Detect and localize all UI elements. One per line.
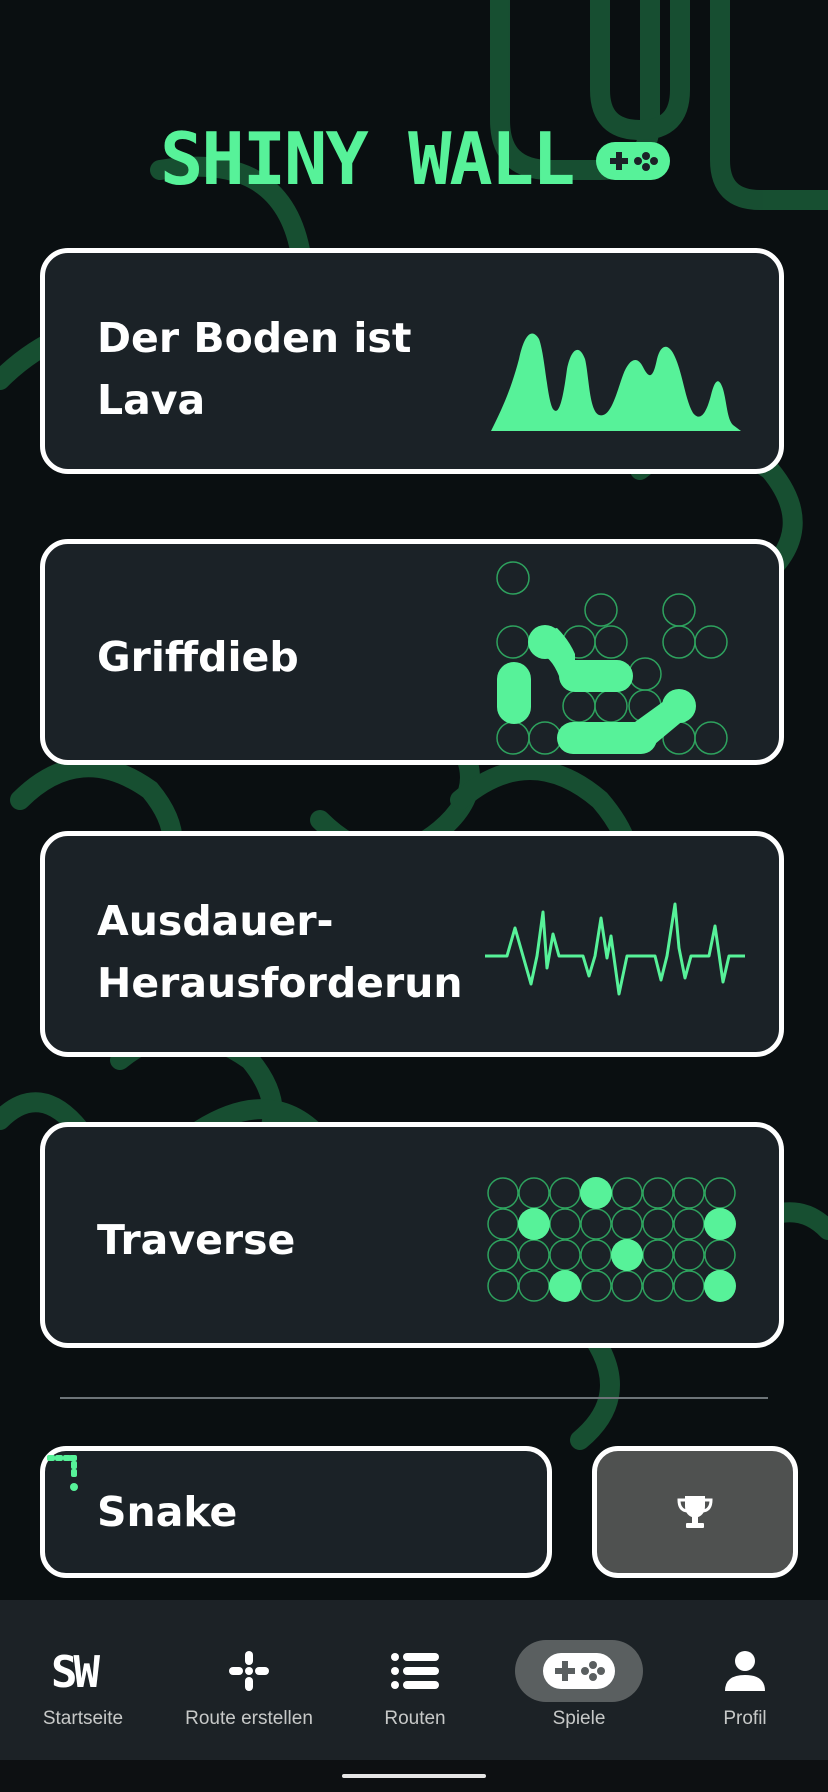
gamepad-logo-icon bbox=[596, 142, 670, 180]
nav-item-spiele[interactable]: Spiele bbox=[496, 1600, 662, 1760]
snake-icon bbox=[47, 1455, 78, 1491]
person-icon bbox=[725, 1651, 765, 1691]
route-create-icon bbox=[229, 1651, 269, 1691]
game-title: Ausdauer- Herausforderun bbox=[97, 897, 463, 1007]
nav-label: Route erstellen bbox=[185, 1708, 313, 1729]
game-card-griffdieb[interactable]: Griffdieb bbox=[40, 539, 784, 765]
nav-label: Profil bbox=[723, 1708, 767, 1729]
nav-item-route-erstellen[interactable]: Route erstellen bbox=[166, 1600, 332, 1760]
nav-item-profil[interactable]: Profil bbox=[662, 1600, 828, 1760]
nav-label: Spiele bbox=[552, 1708, 606, 1729]
lava-chart-icon bbox=[491, 333, 741, 431]
nav-item-routen[interactable]: Routen bbox=[332, 1600, 498, 1760]
leaderboard-button[interactable] bbox=[592, 1446, 798, 1578]
nav-label: Routen bbox=[384, 1708, 446, 1729]
section-divider bbox=[60, 1397, 768, 1399]
nav-item-startseite[interactable]: SW Startseite bbox=[0, 1600, 166, 1760]
system-navigation-bar bbox=[0, 1760, 828, 1792]
sw-logo-icon: SW bbox=[51, 1649, 104, 1693]
game-title: Griffdieb bbox=[97, 633, 299, 681]
hold-thief-grid-icon bbox=[496, 561, 728, 755]
nav-label: Startseite bbox=[42, 1708, 124, 1729]
game-card-snake[interactable]: Snake bbox=[40, 1446, 552, 1578]
bottom-navigation: SW Startseite Route erstellen Routen Spi… bbox=[0, 1600, 828, 1760]
svg-text:SW: SW bbox=[51, 1649, 100, 1693]
game-card-lava[interactable]: Der Boden ist Lava bbox=[40, 248, 784, 474]
logo-text: SHINY WALL bbox=[160, 122, 573, 198]
game-title: Der Boden ist Lava bbox=[97, 314, 412, 424]
game-card-ausdauer[interactable]: Ausdauer- Herausforderun bbox=[40, 831, 784, 1057]
game-title: Traverse bbox=[97, 1216, 296, 1264]
app-logo: SHINY WALL bbox=[160, 122, 670, 198]
traverse-dots-icon bbox=[487, 1177, 736, 1302]
gamepad-icon bbox=[543, 1653, 615, 1689]
nav-active-indicator bbox=[515, 1640, 643, 1702]
list-icon bbox=[391, 1653, 439, 1689]
heartbeat-icon bbox=[485, 902, 745, 996]
trophy-icon bbox=[677, 1496, 713, 1528]
game-title: Snake bbox=[97, 1488, 238, 1536]
game-card-traverse[interactable]: Traverse bbox=[40, 1122, 784, 1348]
home-indicator[interactable] bbox=[342, 1774, 486, 1778]
